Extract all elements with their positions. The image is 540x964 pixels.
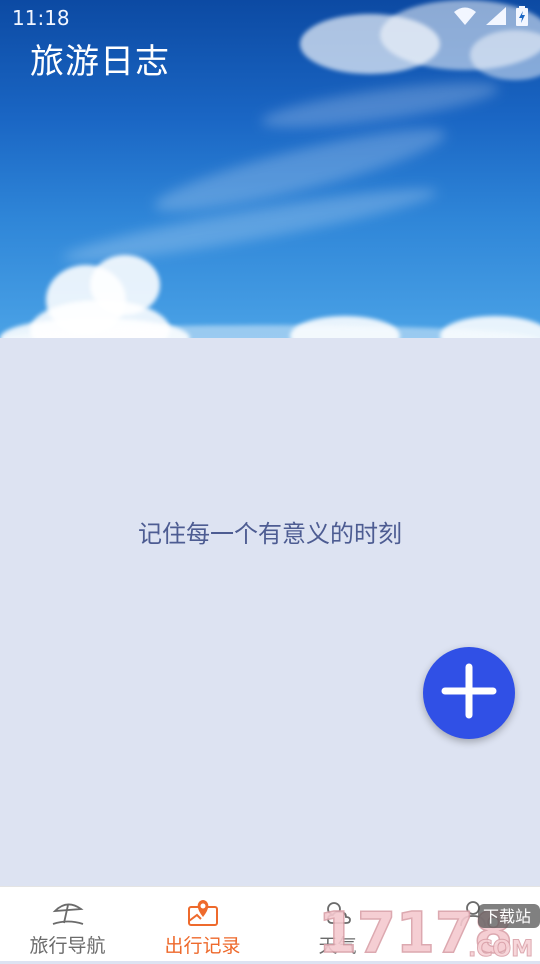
map-pin-icon <box>187 899 219 931</box>
add-record-button[interactable] <box>423 647 515 739</box>
svg-text:.COM: .COM <box>468 937 533 960</box>
header-sky-banner: 11:18 旅游日志 <box>0 0 540 338</box>
wifi-icon <box>454 7 476 29</box>
status-time: 11:18 <box>12 6 70 30</box>
signal-icon <box>486 7 506 29</box>
svg-text:下载站: 下载站 <box>483 907 531 926</box>
main-content: 记住每一个有意义的时刻 <box>0 338 540 886</box>
empty-state-message: 记住每一个有意义的时刻 <box>138 520 402 548</box>
status-icons <box>454 6 528 30</box>
nav-item-travel-guide[interactable]: 旅行导航 <box>0 887 135 961</box>
beach-umbrella-icon <box>51 899 85 931</box>
nav-item-trip-records[interactable]: 出行记录 <box>135 887 270 961</box>
plus-icon <box>439 661 499 725</box>
nav-label-travel-guide: 旅行导航 <box>29 935 106 957</box>
watermark-logo: 17178 .COM 下载站 <box>317 896 540 964</box>
app-screen: 11:18 旅游日志 记住每一个有意义的时刻 旅行导航 出行记录 天气 1717… <box>0 0 540 964</box>
page-title: 旅游日志 <box>30 42 170 82</box>
battery-icon <box>516 6 528 30</box>
status-bar: 11:18 <box>0 0 540 36</box>
nav-label-trip-records: 出行记录 <box>164 935 241 957</box>
